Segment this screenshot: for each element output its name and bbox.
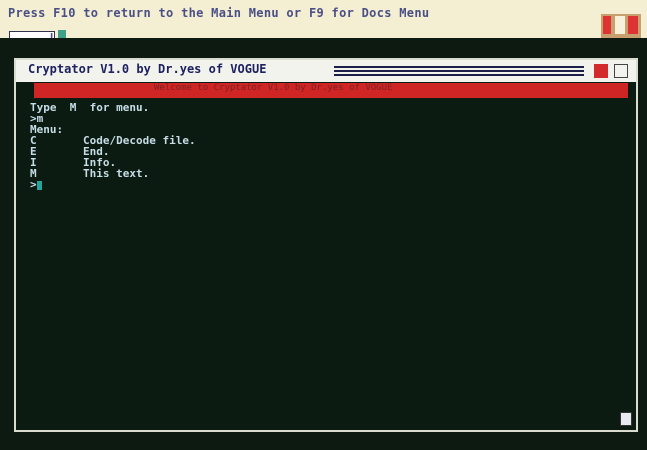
console-output[interactable]: Type M for menu. >m Menu: C Code/Decode …	[30, 102, 610, 402]
console-line: E End.	[30, 145, 110, 158]
gadget-part	[628, 16, 638, 34]
console-line: Type M for menu.	[30, 101, 150, 114]
console-line: M This text.	[30, 167, 150, 180]
close-button[interactable]	[594, 64, 608, 78]
window-title-bar[interactable]: Cryptator V1.0 by Dr.yes of VOGUE	[16, 60, 636, 82]
resize-gadget[interactable]	[620, 412, 632, 426]
console-prompt-line[interactable]: >	[30, 179, 610, 190]
console-line: C Code/Decode file.	[30, 134, 196, 147]
gadget-part	[615, 16, 625, 34]
console-window: Cryptator V1.0 by Dr.yes of VOGUE Welcom…	[14, 58, 638, 432]
welcome-banner-text: Welcome to Cryptator V1.0 by Dr.yes of V…	[154, 83, 393, 93]
gadget-part	[603, 16, 611, 34]
title-drag-area[interactable]	[334, 66, 584, 76]
console-prompt: >	[30, 178, 37, 191]
console-line: >m	[30, 112, 44, 125]
depth-button[interactable]	[614, 64, 628, 78]
window-title: Cryptator V1.0 by Dr.yes of VOGUE	[28, 62, 267, 76]
text-cursor	[36, 180, 42, 190]
welcome-banner: Welcome to Cryptator V1.0 by Dr.yes of V…	[34, 83, 628, 98]
screen-depth-gadget[interactable]	[601, 14, 641, 38]
top-message: Press F10 to return to the Main Menu or …	[8, 6, 430, 20]
top-bar: Press F10 to return to the Main Menu or …	[0, 0, 647, 38]
